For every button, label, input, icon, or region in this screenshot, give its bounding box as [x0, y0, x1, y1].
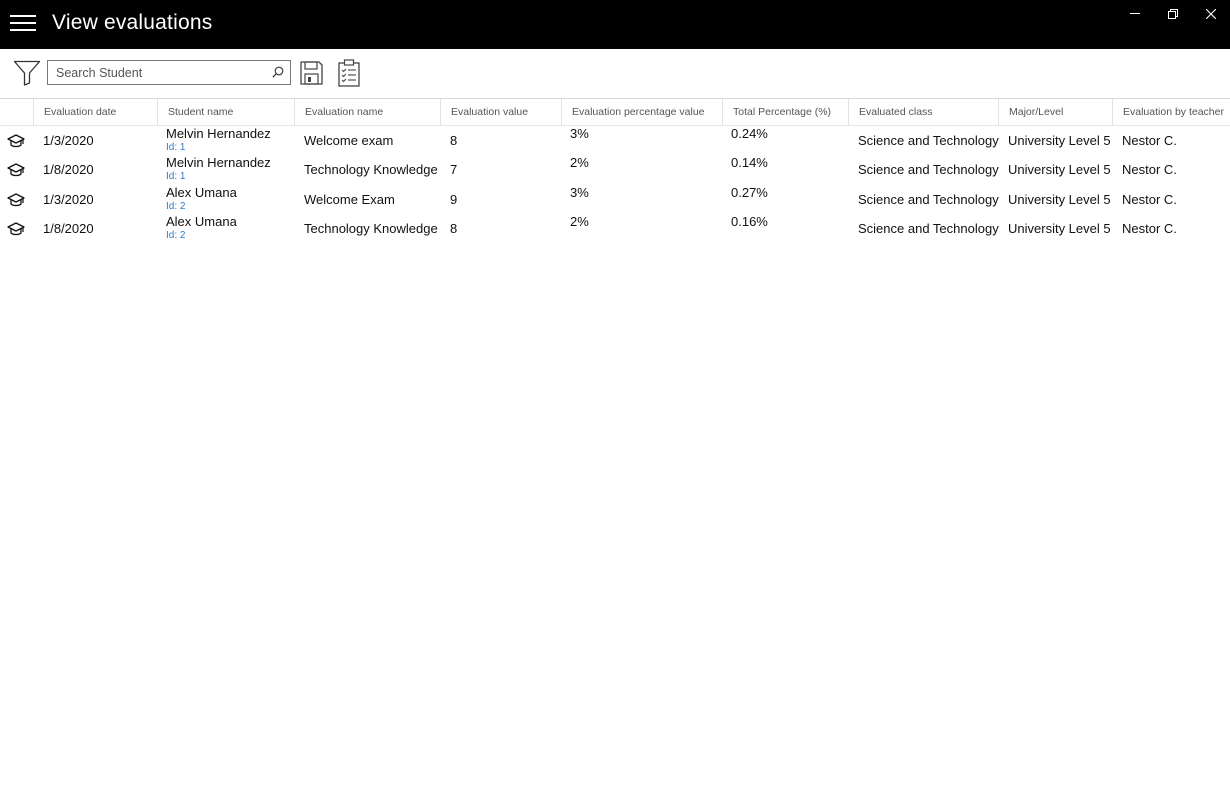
- student-name: Alex Umana: [166, 214, 237, 229]
- major-level: University Level 5: [1008, 192, 1111, 207]
- evaluation-value: 8: [450, 221, 458, 236]
- column-header-evaluation-teacher[interactable]: Evaluation by teacher: [1112, 99, 1230, 125]
- restore-button[interactable]: [1154, 0, 1192, 28]
- evaluated-class: Science and Technology: [858, 133, 999, 148]
- major-level: University Level 5: [1008, 133, 1111, 148]
- column-header-evaluated-class[interactable]: Evaluated class: [848, 99, 998, 125]
- student-name: Melvin Hernandez: [166, 155, 271, 170]
- evaluation-name: Technology Knowledge: [304, 221, 438, 236]
- table-row[interactable]: 1/8/2020 Melvin Hernandez Id: 1 Technolo…: [0, 154, 1230, 183]
- minimize-icon: [1130, 13, 1140, 14]
- table-row[interactable]: 1/3/2020 Alex Umana Id: 2 Welcome Exam 9…: [0, 184, 1230, 213]
- evaluation-value: 7: [450, 162, 458, 177]
- total-percentage: 0.27%: [731, 185, 768, 200]
- evaluated-class: Science and Technology: [858, 221, 999, 236]
- student-id: Id: 1: [166, 171, 186, 182]
- evaluation-percentage: 3%: [570, 185, 589, 200]
- student-id: Id: 1: [166, 142, 186, 153]
- evaluation-value: 8: [450, 133, 458, 148]
- evaluation-name: Welcome Exam: [304, 192, 395, 207]
- evaluation-name: Welcome exam: [304, 133, 394, 148]
- evaluation-teacher: Nestor C.: [1122, 221, 1177, 236]
- column-header-total-percentage[interactable]: Total Percentage (%): [722, 99, 848, 125]
- close-button[interactable]: [1192, 0, 1230, 28]
- column-header-evaluation-value[interactable]: Evaluation value: [440, 99, 561, 125]
- evaluation-date: 1/8/2020: [43, 162, 94, 177]
- filter-icon: [13, 60, 41, 86]
- evaluation-teacher: Nestor C.: [1122, 133, 1177, 148]
- evaluation-teacher: Nestor C.: [1122, 192, 1177, 207]
- restore-icon: [1168, 9, 1178, 19]
- column-header-student-name[interactable]: Student name: [157, 99, 294, 125]
- student-name: Melvin Hernandez: [166, 126, 271, 141]
- search-icon[interactable]: [272, 66, 284, 78]
- evaluation-date: 1/3/2020: [43, 192, 94, 207]
- total-percentage: 0.24%: [731, 126, 768, 141]
- evaluation-percentage: 2%: [570, 155, 589, 170]
- evaluation-percentage: 2%: [570, 214, 589, 229]
- column-header-evaluation-date[interactable]: Evaluation date: [33, 99, 157, 125]
- table-row[interactable]: 1/3/2020 Melvin Hernandez Id: 1 Welcome …: [0, 125, 1230, 154]
- column-header-major-level[interactable]: Major/Level: [998, 99, 1112, 125]
- page-title: View evaluations: [52, 11, 213, 34]
- toolbar: [0, 49, 1230, 99]
- student-id: Id: 2: [166, 201, 186, 212]
- evaluation-percentage: 3%: [570, 126, 589, 141]
- hamburger-menu-icon[interactable]: [10, 12, 36, 34]
- evaluation-name: Technology Knowledge: [304, 162, 438, 177]
- major-level: University Level 5: [1008, 162, 1111, 177]
- major-level: University Level 5: [1008, 221, 1111, 236]
- total-percentage: 0.14%: [731, 155, 768, 170]
- student-name: Alex Umana: [166, 185, 237, 200]
- search-input[interactable]: [48, 61, 271, 84]
- graduation-cap-icon: [7, 193, 25, 207]
- column-header-evaluation-percentage[interactable]: Evaluation percentage value: [561, 99, 722, 125]
- evaluation-value: 9: [450, 192, 458, 207]
- search-box: [47, 60, 291, 85]
- evaluated-class: Science and Technology: [858, 162, 999, 177]
- column-header-evaluation-name[interactable]: Evaluation name: [294, 99, 440, 125]
- graduation-cap-icon: [7, 222, 25, 236]
- evaluation-date: 1/8/2020: [43, 221, 94, 236]
- save-button[interactable]: [300, 61, 323, 85]
- student-id: Id: 2: [166, 230, 186, 241]
- save-icon: [300, 61, 323, 85]
- total-percentage: 0.16%: [731, 214, 768, 229]
- report-clipboard-button[interactable]: [338, 59, 360, 87]
- evaluation-date: 1/3/2020: [43, 133, 94, 148]
- title-bar: View evaluations: [0, 0, 1230, 49]
- graduation-cap-icon: [7, 134, 25, 148]
- table-row[interactable]: 1/8/2020 Alex Umana Id: 2 Technology Kno…: [0, 213, 1230, 242]
- filter-button[interactable]: [13, 60, 41, 86]
- minimize-button[interactable]: [1116, 0, 1154, 28]
- graduation-cap-icon: [7, 163, 25, 177]
- clipboard-checklist-icon: [338, 59, 360, 87]
- column-header-icon: [0, 99, 33, 125]
- table-header: Evaluation date Student name Evaluation …: [0, 99, 1230, 126]
- close-icon: [1206, 9, 1216, 19]
- evaluated-class: Science and Technology: [858, 192, 999, 207]
- evaluation-teacher: Nestor C.: [1122, 162, 1177, 177]
